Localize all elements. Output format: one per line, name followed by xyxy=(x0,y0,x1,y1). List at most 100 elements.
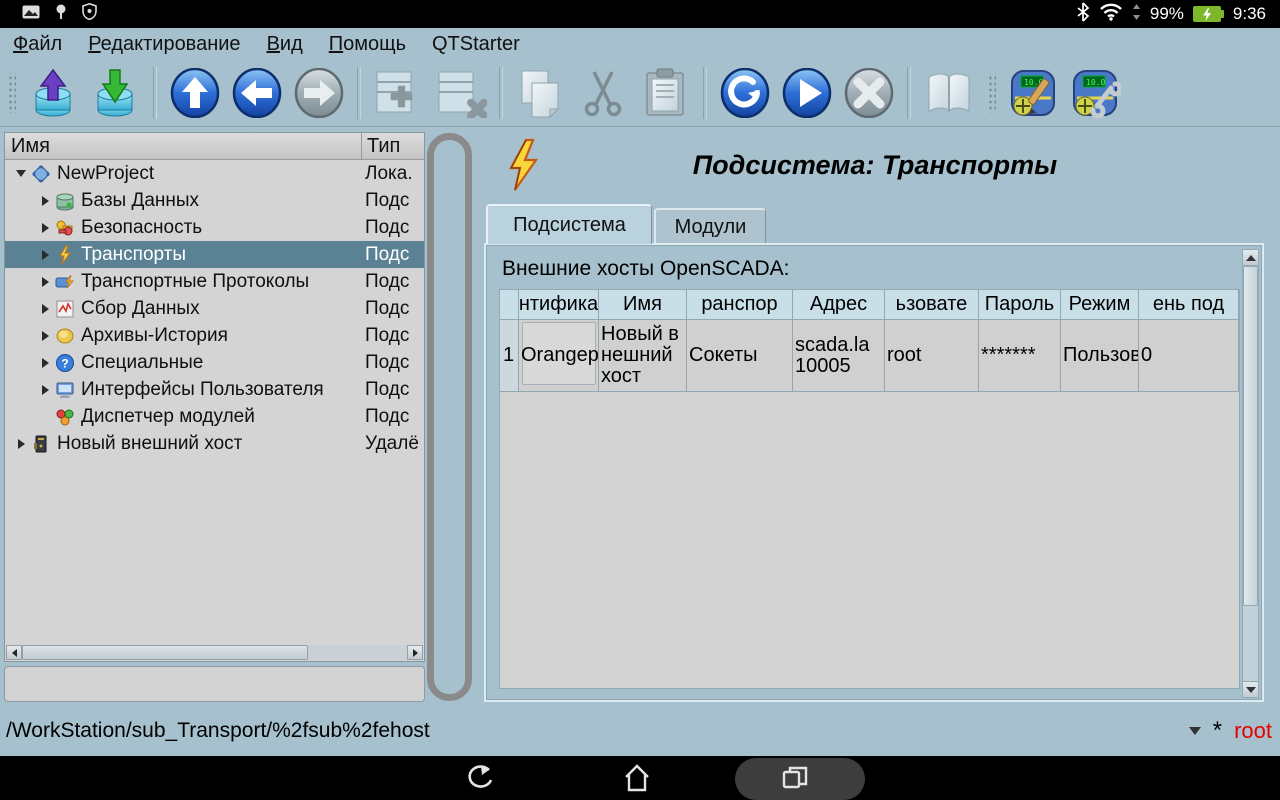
scrollbar-thumb[interactable] xyxy=(1243,266,1258,606)
android-status-bar: 99% 9:36 xyxy=(0,0,1280,28)
go-forward-button[interactable] xyxy=(293,67,345,119)
menu-file[interactable]: Файл xyxy=(0,28,75,60)
tab-modules[interactable]: Модули xyxy=(654,208,766,244)
subsystem-panel: Подсистема: Транспорты Подсистема Модули… xyxy=(478,132,1272,704)
tree-row-external-host[interactable]: Новый внешний хост Удалё xyxy=(5,430,424,457)
expander-closed-icon[interactable] xyxy=(37,196,53,206)
tree-filter-field[interactable] xyxy=(4,666,425,702)
refresh-button[interactable] xyxy=(719,67,771,119)
scroll-left-icon[interactable] xyxy=(6,645,22,660)
col-transport[interactable]: ранспор xyxy=(687,290,793,320)
battery-percent: 99% xyxy=(1150,4,1184,24)
scrollbar-thumb[interactable] xyxy=(22,645,308,660)
expander-closed-icon[interactable] xyxy=(37,385,53,395)
expander-closed-icon[interactable] xyxy=(37,277,53,287)
tree-row-archives[interactable]: Архивы-История Подс xyxy=(5,322,424,349)
expander-closed-icon[interactable] xyxy=(37,250,53,260)
cut-item-button[interactable] xyxy=(577,67,629,119)
expander-closed-icon[interactable] xyxy=(37,358,53,368)
go-up-button[interactable] xyxy=(169,67,221,119)
tree-row-modules[interactable]: Диспетчер модулей Подс xyxy=(5,403,424,430)
clipboard-icon xyxy=(643,67,687,119)
col-user[interactable]: ьзовате xyxy=(885,290,979,320)
col-name[interactable]: Имя xyxy=(599,290,687,320)
external-hosts-table: нтифика Имя ранспор Адрес ьзовате Пароль… xyxy=(499,289,1240,689)
expander-closed-icon[interactable] xyxy=(37,331,53,341)
host-icon xyxy=(31,434,51,454)
col-mode[interactable]: Режим xyxy=(1061,290,1139,320)
security-icon xyxy=(55,218,75,238)
copy-item-button[interactable] xyxy=(515,67,567,119)
special-icon: ? xyxy=(55,353,75,373)
cell-address[interactable]: scada.la 10005 xyxy=(793,320,885,392)
add-item-button[interactable] xyxy=(373,67,425,119)
tree-horizontal-scrollbar[interactable] xyxy=(6,645,423,660)
stop-button[interactable] xyxy=(843,67,895,119)
paste-item-button[interactable] xyxy=(639,67,691,119)
android-recents-button[interactable] xyxy=(735,756,855,800)
menu-view[interactable]: Вид xyxy=(254,28,316,60)
cell-mode[interactable]: Пользов xyxy=(1061,320,1139,392)
cell-name[interactable]: Новый внешний хост xyxy=(599,320,687,392)
vision-developer-button[interactable]: 10.0 xyxy=(1007,67,1059,119)
tree-row-daq[interactable]: Сбор Данных Подс xyxy=(5,295,424,322)
tree-row-protocols[interactable]: Транспортные Протоколы Подс xyxy=(5,268,424,295)
expander-closed-icon[interactable] xyxy=(37,304,53,314)
home-icon xyxy=(623,764,651,792)
cell-user[interactable]: root xyxy=(885,320,979,392)
tree-column-name[interactable]: Имя xyxy=(5,133,50,159)
scissors-icon xyxy=(580,68,626,118)
panel-splitter-handle[interactable] xyxy=(427,133,472,701)
book-icon xyxy=(923,69,975,117)
col-password[interactable]: Пароль xyxy=(979,290,1061,320)
modified-indicator: * xyxy=(1213,717,1222,745)
table-row: 1 Orangep Новый внешний хост Сокеты scad… xyxy=(500,320,1239,392)
cell-id[interactable]: Orangep xyxy=(519,320,599,392)
save-to-db-button[interactable] xyxy=(89,67,141,119)
menu-help[interactable]: Помощь xyxy=(316,28,419,60)
expander-closed-icon[interactable] xyxy=(37,223,53,233)
delete-item-icon xyxy=(435,68,487,118)
android-back-button[interactable] xyxy=(420,756,540,800)
status-dropdown-icon[interactable] xyxy=(1189,727,1201,735)
tree-row-special[interactable]: ? Специальные Подс xyxy=(5,349,424,376)
tree-row-ui[interactable]: Интерфейсы Пользователя Подс xyxy=(5,376,424,403)
toolbar-separator xyxy=(357,67,361,119)
clock: 9:36 xyxy=(1233,4,1266,24)
go-back-button[interactable] xyxy=(231,67,283,119)
cell-transport[interactable]: Сокеты xyxy=(687,320,793,392)
add-item-icon xyxy=(373,68,425,118)
start-button[interactable] xyxy=(781,67,833,119)
toolbar-drag-handle[interactable] xyxy=(988,73,996,113)
scroll-up-icon[interactable] xyxy=(1243,250,1258,266)
col-id[interactable]: нтифика xyxy=(519,290,599,320)
toolbar-drag-handle[interactable] xyxy=(8,73,16,113)
android-home-button[interactable] xyxy=(577,756,697,800)
tree-row-security[interactable]: Безопасность Подс xyxy=(5,214,424,241)
col-level[interactable]: ень под xyxy=(1139,290,1239,320)
tree-row-databases[interactable]: Базы Данных Подс xyxy=(5,187,424,214)
tree-header[interactable]: Имя Тип xyxy=(5,133,424,160)
menu-qtstarter[interactable]: QTStarter xyxy=(419,28,533,60)
current-user[interactable]: root xyxy=(1234,718,1272,744)
tab-subsystem[interactable]: Подсистема xyxy=(486,204,652,244)
col-address[interactable]: Адрес xyxy=(793,290,885,320)
content-vertical-scrollbar[interactable] xyxy=(1242,249,1259,698)
corner-header xyxy=(500,290,519,320)
delete-item-button[interactable] xyxy=(435,67,487,119)
tree-row-transports[interactable]: Транспорты Подс xyxy=(5,241,424,268)
usb-icon xyxy=(54,4,68,25)
cell-password[interactable]: ******* xyxy=(979,320,1061,392)
vision-runtime-button[interactable]: 10.0 xyxy=(1069,67,1121,119)
back-arrow-icon xyxy=(232,68,282,118)
tree-column-type[interactable]: Тип xyxy=(361,133,425,159)
tree-row-newproject[interactable]: NewProject Лока. xyxy=(5,160,424,187)
cell-level[interactable]: 0 xyxy=(1139,320,1239,392)
expander-closed-icon[interactable] xyxy=(13,439,29,449)
expander-open-icon[interactable] xyxy=(13,170,29,177)
manual-button[interactable] xyxy=(923,67,975,119)
load-from-db-button[interactable] xyxy=(27,67,79,119)
menu-edit[interactable]: Редактирование xyxy=(75,28,253,60)
scroll-down-icon[interactable] xyxy=(1243,681,1258,697)
scroll-right-icon[interactable] xyxy=(407,645,423,660)
